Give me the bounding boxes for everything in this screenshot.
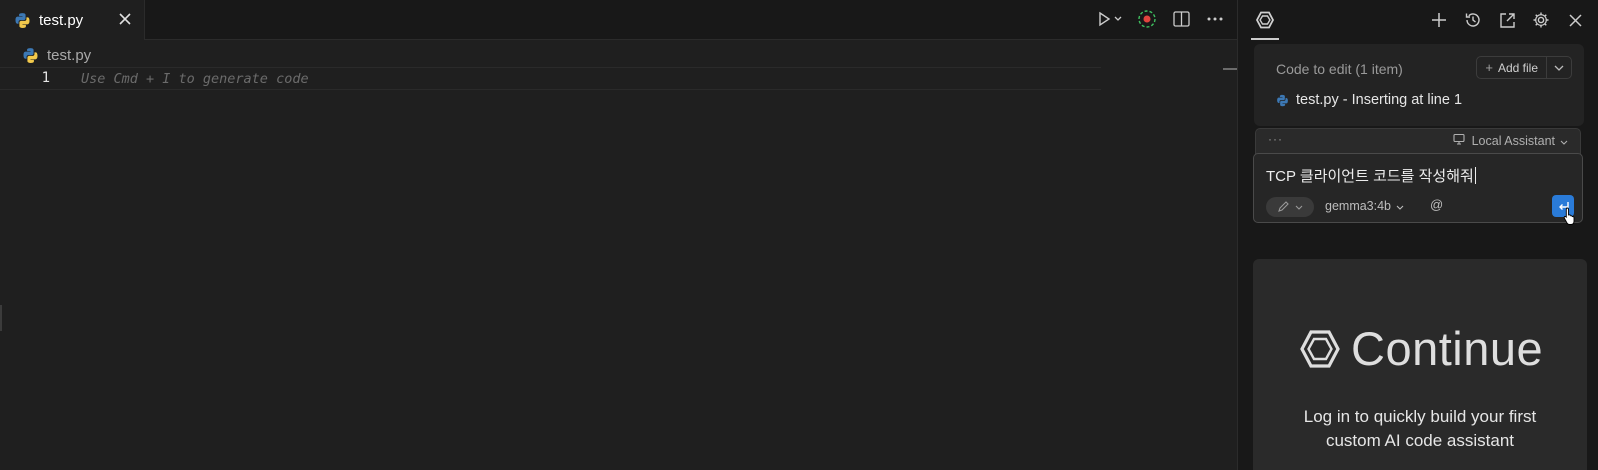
editor-area: test.py test.py 1 Use Cmd + I to generat… xyxy=(0,0,1237,470)
breadcrumb-label: test.py xyxy=(47,46,92,64)
chat-input[interactable]: TCP 클라이언트 코드를 작성해줘 gemma3:4b @ xyxy=(1253,153,1583,223)
chat-input-value: TCP 클라이언트 코드를 작성해줘 xyxy=(1266,168,1474,185)
line-number: 1 xyxy=(41,70,50,86)
continue-brand: Continue xyxy=(1299,321,1543,376)
mouse-pointer xyxy=(1563,207,1577,230)
python-icon xyxy=(1276,94,1289,107)
edit-item-label: test.py - Inserting at line 1 xyxy=(1296,92,1463,108)
more-options-button[interactable]: ··· xyxy=(1268,132,1283,146)
add-file-button[interactable]: + Add file xyxy=(1477,57,1547,78)
text-caret xyxy=(1474,167,1476,184)
model-select[interactable]: gemma3:4b xyxy=(1325,199,1404,213)
brand-name: Continue xyxy=(1351,322,1544,375)
close-tab-icon[interactable] xyxy=(116,10,134,28)
history-icon[interactable] xyxy=(1462,9,1484,31)
assistant-select[interactable]: Local Assistant xyxy=(1453,133,1568,148)
mode-selector[interactable] xyxy=(1266,197,1314,217)
run-icon[interactable] xyxy=(1097,9,1123,29)
more-actions-icon[interactable] xyxy=(1205,9,1225,29)
split-editor-icon[interactable] xyxy=(1171,9,1191,29)
chevron-down-icon xyxy=(1560,134,1568,148)
code-to-edit-title: Code to edit (1 item) xyxy=(1276,61,1403,77)
panel-header xyxy=(1241,0,1598,40)
breadcrumb[interactable]: test.py xyxy=(22,45,91,65)
tab-label: test.py xyxy=(39,11,84,29)
tab-bar: test.py xyxy=(0,0,1237,40)
python-icon xyxy=(14,12,31,29)
add-file-menu-button[interactable] xyxy=(1547,57,1571,78)
assistant-select-label: Local Assistant xyxy=(1471,133,1555,148)
chevron-down-icon xyxy=(1554,65,1564,71)
chat-input-text[interactable]: TCP 클라이언트 코드를 작성해줘 xyxy=(1266,165,1476,186)
pencil-icon xyxy=(1278,201,1289,212)
mention-button[interactable]: @ xyxy=(1430,197,1443,212)
minimap[interactable] xyxy=(1223,68,1237,70)
tab-test-py[interactable]: test.py xyxy=(0,0,145,40)
python-icon xyxy=(22,47,39,64)
continue-logo-tab[interactable] xyxy=(1251,6,1279,40)
ghost-hint-text: Use Cmd + I to generate code xyxy=(81,71,309,87)
settings-icon[interactable] xyxy=(1530,9,1552,31)
vscode-window: test.py test.py 1 Use Cmd + I to generat… xyxy=(0,0,1598,470)
chevron-down-icon xyxy=(1295,205,1303,210)
model-select-label: gemma3:4b xyxy=(1325,199,1392,213)
chevron-down-icon xyxy=(1396,199,1404,213)
activity-indicator xyxy=(0,305,2,331)
login-promo-card: Continue Log in to quickly build your fi… xyxy=(1253,259,1587,470)
add-file-group: + Add file xyxy=(1476,56,1572,79)
edit-file-item[interactable]: test.py - Inserting at line 1 xyxy=(1276,92,1462,108)
computer-icon xyxy=(1453,133,1465,148)
editor-toolbar xyxy=(1097,9,1225,29)
open-in-editor-icon[interactable] xyxy=(1496,9,1518,31)
plus-icon: + xyxy=(1485,60,1493,75)
promo-text: Log in to quickly build your first custo… xyxy=(1303,407,1537,450)
code-to-edit-card: Code to edit (1 item) + Add file test.py… xyxy=(1254,44,1584,126)
close-icon[interactable] xyxy=(1564,9,1586,31)
new-session-icon[interactable] xyxy=(1428,9,1450,31)
continue-panel: Code to edit (1 item) + Add file test.py… xyxy=(1241,0,1598,470)
code-line[interactable]: 1 Use Cmd + I to generate code xyxy=(0,67,1101,90)
continue-logo-icon xyxy=(1300,329,1340,368)
add-file-label: Add file xyxy=(1497,60,1538,75)
debug-record-icon[interactable] xyxy=(1137,9,1157,29)
assistant-bar: ··· Local Assistant xyxy=(1255,128,1581,154)
panel-actions xyxy=(1428,9,1586,31)
continue-logo-icon xyxy=(1255,11,1275,29)
